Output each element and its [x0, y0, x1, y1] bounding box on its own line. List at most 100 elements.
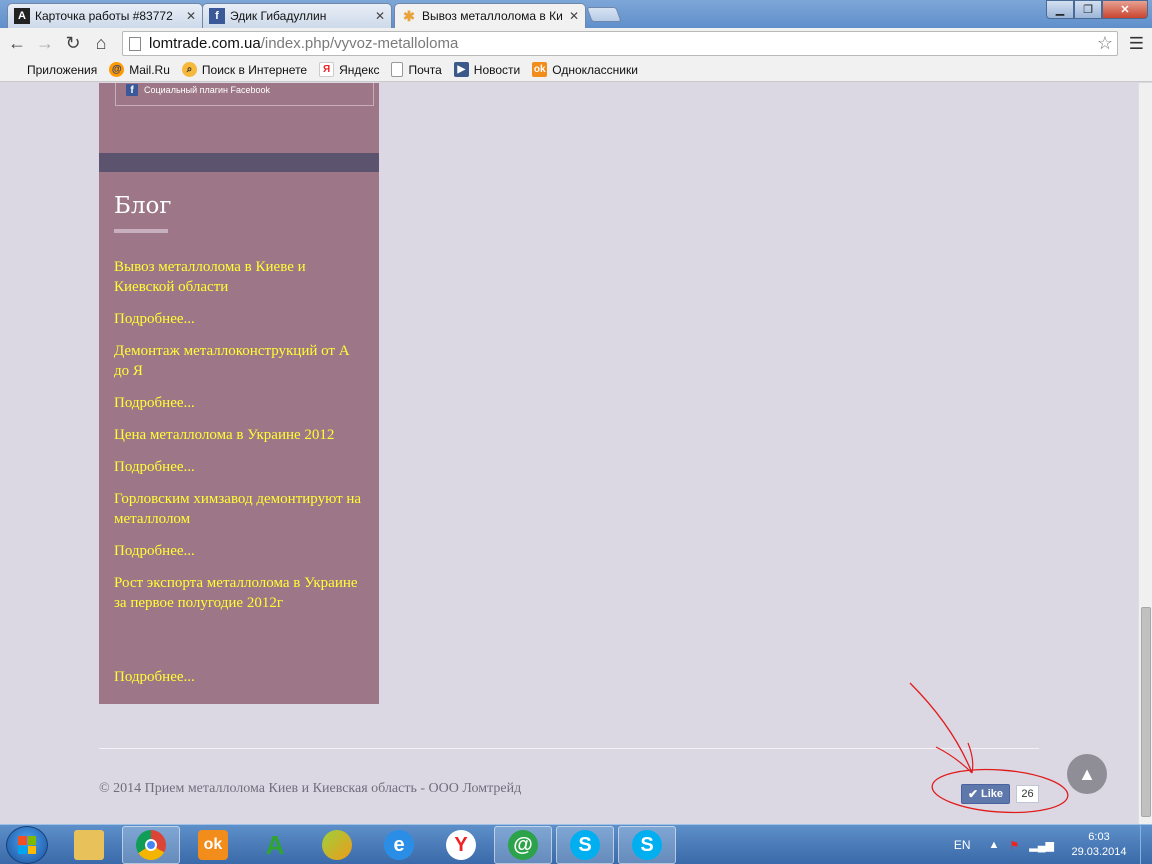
- tab-title: Вывоз металлолома в Ки: [422, 9, 563, 23]
- read-more-link[interactable]: Подробнее...: [114, 457, 364, 477]
- tab-favicon-icon: A: [14, 8, 30, 24]
- footer-divider: [99, 748, 1039, 749]
- facebook-plugin-label: Социальный плагин Facebook: [144, 85, 271, 95]
- taskbar-skype-1[interactable]: S: [556, 826, 614, 864]
- home-icon[interactable]: ⌂: [87, 29, 115, 57]
- read-more-link[interactable]: Подробнее...: [114, 309, 364, 329]
- tab-facebook-profile[interactable]: f Эдик Гибадуллин ✕: [202, 3, 392, 28]
- forward-arrow-icon[interactable]: →: [31, 29, 59, 57]
- internet-explorer-icon: e: [384, 830, 414, 860]
- back-arrow-icon[interactable]: ←: [3, 29, 31, 57]
- blog-link-removal-kiev[interactable]: Вывоз металлолома в Киеве и Киевской обл…: [114, 257, 364, 297]
- blog-link-export-growth[interactable]: Рост экспорта металлолома в Украине за п…: [114, 573, 364, 613]
- reload-icon[interactable]: ↻: [59, 29, 87, 57]
- browser-toolbar: ← → ↻ ⌂ lomtrade.com.ua/index.php/vyvoz-…: [0, 28, 1152, 58]
- skype-icon: S: [632, 830, 662, 860]
- taskbar-yandex-browser[interactable]: Y: [432, 826, 490, 864]
- odnoklassniki-icon: ok: [532, 62, 548, 77]
- bookmark-label: Новости: [473, 62, 521, 77]
- bookmark-pochta[interactable]: Почта: [391, 62, 442, 77]
- bookmarks-bar: Приложения @ Mail.Ru ⌕ Поиск в Интернете…: [0, 58, 1152, 82]
- bookmark-odnoklassniki[interactable]: ok Одноклассники: [532, 62, 638, 77]
- start-button[interactable]: [6, 826, 48, 864]
- menu-icon[interactable]: ☰: [1129, 34, 1144, 54]
- minimize-icon[interactable]: ▁: [1046, 0, 1074, 19]
- letter-a-icon: A: [265, 829, 285, 860]
- vertical-scrollbar[interactable]: [1138, 83, 1152, 824]
- tab-title: Карточка работы #83772: [35, 9, 173, 23]
- news-icon: ▶: [453, 62, 469, 77]
- blog-link-gorlovka-plant[interactable]: Горловским химзавод демонтируют на метал…: [114, 489, 364, 529]
- facebook-plugin-link[interactable]: f Социальный плагин Facebook: [126, 84, 270, 96]
- odnoklassniki-icon: ok: [198, 830, 228, 860]
- clock[interactable]: 6:03 29.03.2014: [1064, 830, 1134, 860]
- show-desktop-button[interactable]: [1140, 825, 1152, 864]
- blog-link-price-2012[interactable]: Цена металлолома в Украине 2012: [114, 425, 364, 445]
- page-viewport: f Социальный плагин Facebook Блог Вывоз …: [0, 83, 1138, 824]
- close-icon[interactable]: ✕: [375, 9, 385, 23]
- taskbar-internet-explorer[interactable]: e: [370, 826, 428, 864]
- window-close-icon[interactable]: ✕: [1102, 0, 1148, 19]
- scrollbar-thumb[interactable]: [1141, 607, 1151, 817]
- bookmark-label: Одноклассники: [552, 62, 638, 77]
- facebook-icon: f: [209, 8, 225, 24]
- tab-title: Эдик Гибадуллин: [230, 9, 327, 23]
- maximize-icon[interactable]: ❐: [1074, 0, 1102, 19]
- windows-taskbar: ok A e Y @ S S EN ▲ ⚑ ▂▄▆ 6:03 29.03.201…: [0, 824, 1152, 864]
- tab-strip: A Карточка работы #83772 ✕ f Эдик Гибаду…: [0, 0, 1152, 28]
- bookmark-label: Почта: [408, 62, 442, 77]
- tray-expand-icon[interactable]: ▲: [989, 839, 1000, 851]
- bookmark-label: Приложения: [27, 62, 98, 77]
- bookmark-label: Mail.Ru: [129, 62, 170, 77]
- blog-title: Блог: [114, 193, 172, 219]
- read-more-link[interactable]: Подробнее...: [114, 393, 364, 413]
- app-ball-icon: [322, 830, 352, 860]
- bookmark-search[interactable]: ⌕ Поиск в Интернете: [181, 62, 308, 77]
- taskbar-chrome[interactable]: [122, 826, 180, 864]
- url-host: lomtrade.com.ua: [149, 35, 261, 52]
- taskbar-app-a[interactable]: A: [246, 826, 304, 864]
- page-icon: [129, 36, 141, 51]
- tab-work-card[interactable]: A Карточка работы #83772 ✕: [7, 3, 203, 28]
- blog-title-underline: [114, 229, 168, 233]
- taskbar-skype-2[interactable]: S: [618, 826, 676, 864]
- url-path: /index.php/vyvoz-metalloloma: [260, 35, 459, 52]
- facebook-icon: f: [126, 84, 138, 96]
- mail-agent-icon: @: [508, 830, 538, 860]
- close-icon[interactable]: ✕: [186, 9, 196, 23]
- tab-lomtrade[interactable]: ✱ Вывоз металлолома в Ки ✕: [394, 3, 586, 28]
- yandex-icon: Я: [319, 62, 335, 77]
- folder-icon: [74, 830, 104, 860]
- chrome-icon: [136, 830, 166, 860]
- bookmark-news[interactable]: ▶ Новости: [453, 62, 521, 77]
- bookmark-yandex[interactable]: Я Яндекс: [319, 62, 379, 77]
- system-tray: EN ▲ ⚑ ▂▄▆ 6:03 29.03.2014: [954, 825, 1152, 864]
- address-bar[interactable]: lomtrade.com.ua/index.php/vyvoz-metallol…: [122, 31, 1118, 56]
- blog-link-dismantling[interactable]: Демонтаж металлоконструкций от А до Я: [114, 341, 364, 381]
- page-icon: [391, 62, 404, 77]
- apps-grid-icon: [7, 62, 22, 77]
- taskbar-explorer[interactable]: [60, 826, 118, 864]
- bookmark-label: Поиск в Интернете: [201, 62, 308, 77]
- read-more-link[interactable]: Подробнее...: [114, 667, 364, 687]
- bookmark-star-icon[interactable]: ☆: [1097, 33, 1113, 54]
- joomla-icon: ✱: [403, 7, 415, 24]
- skype-icon: S: [570, 830, 600, 860]
- bookmark-apps[interactable]: Приложения: [7, 62, 97, 77]
- read-more-link[interactable]: Подробнее...: [114, 541, 364, 561]
- clock-date: 29.03.2014: [1071, 846, 1127, 858]
- new-tab-button[interactable]: [586, 7, 622, 22]
- bookmark-mailru[interactable]: @ Mail.Ru: [109, 62, 170, 77]
- windows-logo-icon: [18, 836, 36, 854]
- action-center-flag-icon[interactable]: ⚑: [1009, 839, 1019, 852]
- close-icon[interactable]: ✕: [569, 9, 579, 23]
- yandex-browser-icon: Y: [446, 830, 476, 860]
- window-controls: ▁ ❐ ✕: [1046, 0, 1148, 19]
- network-signal-icon[interactable]: ▂▄▆: [1029, 839, 1054, 852]
- taskbar-app-ball[interactable]: [308, 826, 366, 864]
- sidebar-divider: [99, 153, 379, 172]
- mailru-icon: @: [109, 62, 125, 77]
- taskbar-mail-agent[interactable]: @: [494, 826, 552, 864]
- language-indicator[interactable]: EN: [954, 838, 971, 852]
- taskbar-odnoklassniki[interactable]: ok: [184, 826, 242, 864]
